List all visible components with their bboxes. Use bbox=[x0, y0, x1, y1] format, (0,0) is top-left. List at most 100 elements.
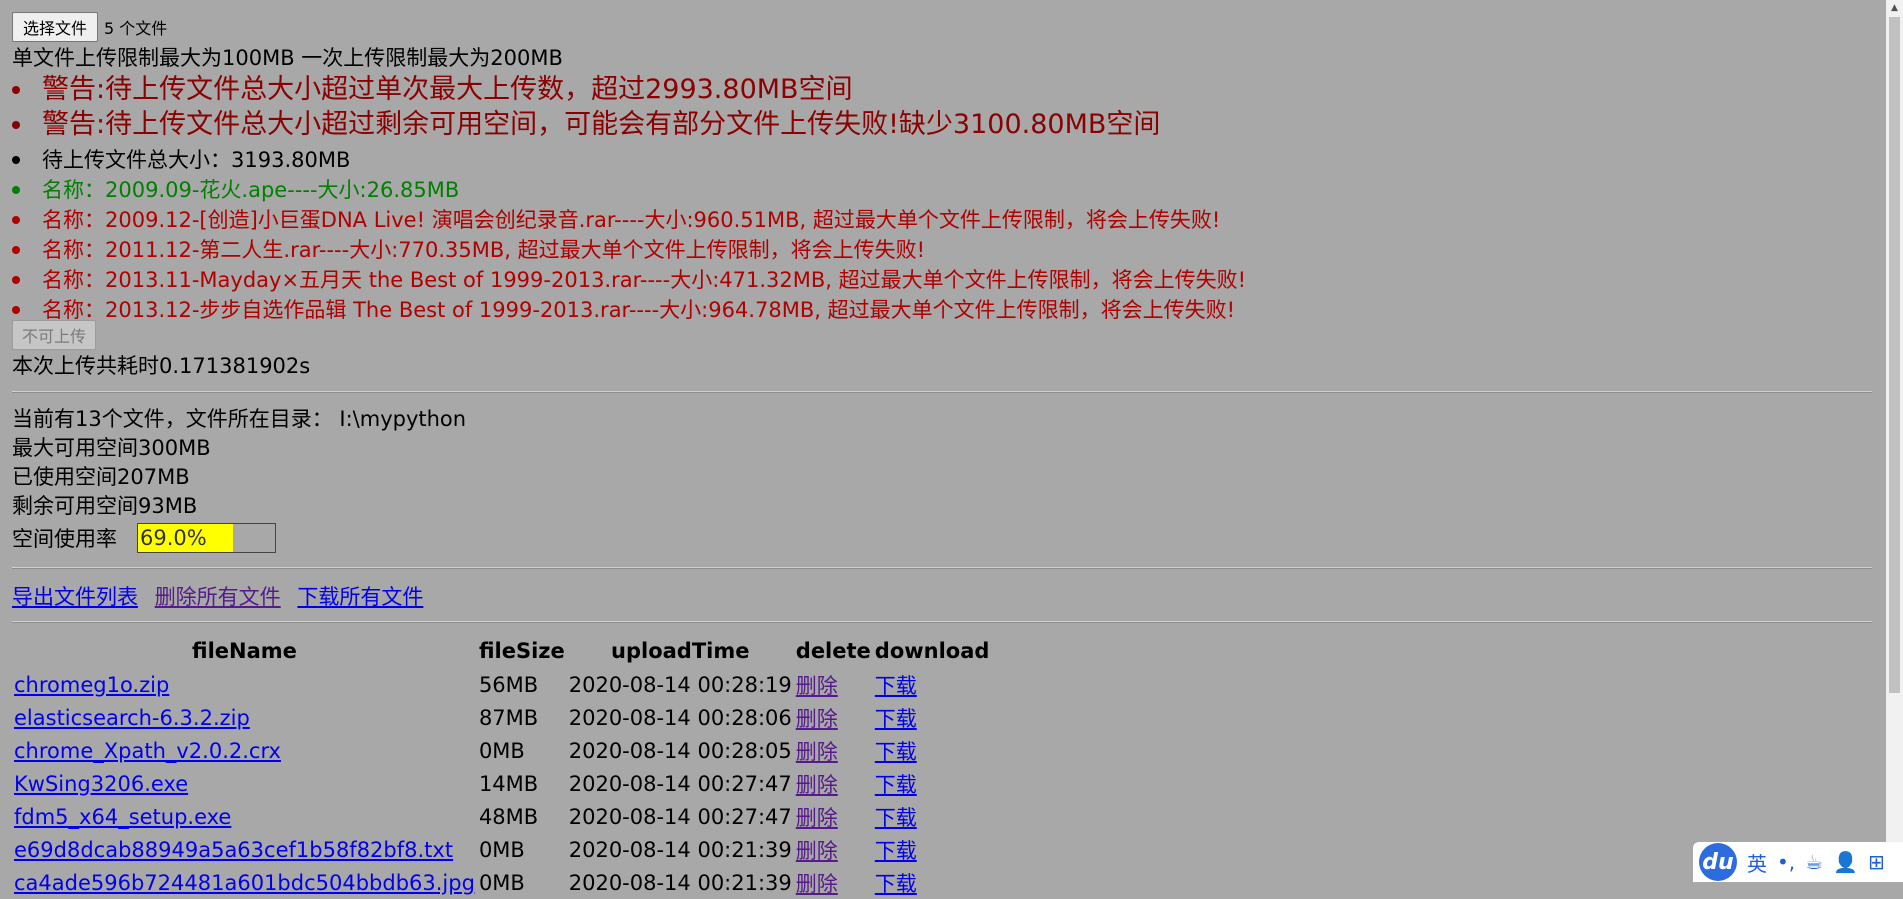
delete-file-link[interactable]: 删除 bbox=[796, 674, 838, 698]
space-usage-percent: 69.0% bbox=[140, 526, 207, 550]
file-name-link[interactable]: chrome_Xpath_v2.0.2.crx bbox=[14, 739, 281, 763]
download-cell: 下载 bbox=[873, 701, 992, 734]
delete-file-link[interactable]: 删除 bbox=[796, 872, 838, 896]
max-space-text: 最大可用空间300MB bbox=[12, 436, 211, 460]
bullet-icon bbox=[12, 276, 20, 284]
baidu-ime-logo-icon[interactable]: du bbox=[1699, 843, 1737, 881]
export-file-list-link[interactable]: 导出文件列表 bbox=[12, 585, 138, 609]
download-cell: 下载 bbox=[873, 734, 992, 767]
table-row: fdm5_x64_setup.exe 48MB 2020-08-14 00:27:4… bbox=[12, 800, 991, 833]
file-name-cell: KwSing3206.exe bbox=[12, 767, 477, 800]
scroll-up-arrow-icon[interactable]: ▲ bbox=[1886, 0, 1903, 17]
file-size-cell: 0MB bbox=[478, 870, 525, 895]
delete-cell: 删除 bbox=[794, 767, 873, 800]
table-header-row: fileName fileSize uploadTime delete down… bbox=[12, 634, 991, 668]
ime-user-icon[interactable]: 👤 bbox=[1833, 850, 1858, 874]
ime-cup-icon[interactable]: ☕ bbox=[1805, 850, 1823, 874]
free-space-text: 剩余可用空间93MB bbox=[12, 494, 198, 518]
table-row: KwSing3206.exe 14MB 2020-08-14 00:27:47 删除 下… bbox=[12, 767, 991, 800]
download-file-link[interactable]: 下载 bbox=[875, 806, 917, 830]
ime-toolbar: du 英 •, ☕ 👤 ⊞ bbox=[1693, 842, 1903, 882]
pending-file-text: 名称：2009.12-[创造]小巨蛋DNA Live! 演唱会创纪录音.rar-… bbox=[42, 208, 1221, 232]
download-file-link[interactable]: 下载 bbox=[875, 740, 917, 764]
delete-file-link[interactable]: 删除 bbox=[796, 839, 838, 863]
file-actions: 导出文件列表 删除所有文件 下载所有文件 bbox=[12, 581, 433, 611]
choose-file-button[interactable]: 选择文件 bbox=[12, 12, 99, 42]
table-row: elasticsearch-6.3.2.zip 87MB 2020-08-14 00… bbox=[12, 701, 991, 734]
file-size-cell: 48MB bbox=[478, 804, 539, 829]
ime-punctuation-icon[interactable]: •, bbox=[1777, 850, 1795, 874]
pending-file-item: 名称：2009.12-[创造]小巨蛋DNA Live! 演唱会创纪录音.rar-… bbox=[12, 205, 1246, 235]
space-usage-row: 空间使用率 69.0% bbox=[12, 523, 276, 553]
column-header-delete: delete bbox=[795, 639, 871, 663]
file-name-cell: fdm5_x64_setup.exe bbox=[12, 800, 477, 833]
delete-file-link[interactable]: 删除 bbox=[796, 806, 838, 830]
file-name-link[interactable]: ca4ade596b724481a601bdc504bbdb63.jpg bbox=[14, 871, 475, 895]
space-usage-bar: 69.0% bbox=[137, 523, 276, 553]
ime-grid-icon[interactable]: ⊞ bbox=[1868, 850, 1885, 874]
download-file-link[interactable]: 下载 bbox=[875, 674, 917, 698]
table-row: e69d8dcab88949a5a63cef1b58f82bf8.txt 0MB 2… bbox=[12, 833, 991, 866]
file-size-cell: 0MB bbox=[478, 738, 525, 763]
upload-time-cell: 2020-08-14 00:28:19 bbox=[568, 672, 792, 697]
page-scrollbar[interactable]: ▲ ▼ bbox=[1886, 0, 1903, 882]
download-cell: 下载 bbox=[873, 800, 992, 833]
upload-time-cell: 2020-08-14 00:21:39 bbox=[568, 837, 792, 862]
pending-file-text: 名称：2013.11-Mayday×五月天 the Best of 1999-2… bbox=[42, 268, 1247, 292]
file-size-cell: 56MB bbox=[478, 672, 539, 697]
download-file-link[interactable]: 下载 bbox=[875, 872, 917, 896]
bullet-icon bbox=[12, 85, 20, 94]
file-name-cell: ca4ade596b724481a601bdc504bbdb63.jpg bbox=[12, 866, 477, 899]
delete-file-link[interactable]: 删除 bbox=[796, 740, 838, 764]
download-cell: 下载 bbox=[873, 866, 992, 899]
file-name-link[interactable]: chromeg1o.zip bbox=[14, 673, 169, 697]
pending-file-text: 名称：2011.12-第二人生.rar----大小:770.35MB, 超过最大… bbox=[42, 238, 926, 262]
delete-file-link[interactable]: 删除 bbox=[796, 773, 838, 797]
download-file-link[interactable]: 下载 bbox=[875, 839, 917, 863]
space-usage-label: 空间使用率 bbox=[12, 527, 117, 551]
download-cell: 下载 bbox=[873, 767, 992, 800]
warning-text: 警告:待上传文件总大小超过剩余可用空间，可能会有部分文件上传失败!缺少3100.… bbox=[42, 109, 1161, 140]
file-name-link[interactable]: fdm5_x64_setup.exe bbox=[14, 805, 231, 829]
warning-text: 警告:待上传文件总大小超过单次最大上传数，超过2993.80MB空间 bbox=[42, 74, 853, 105]
file-name-link[interactable]: e69d8dcab88949a5a63cef1b58f82bf8.txt bbox=[14, 838, 453, 862]
file-picker-row: 选择文件 5 个文件 bbox=[12, 12, 167, 42]
delete-cell: 删除 bbox=[794, 866, 873, 899]
file-name-link[interactable]: KwSing3206.exe bbox=[14, 772, 188, 796]
pending-file-item: 名称：2009.09-花火.ape----大小:26.85MB bbox=[12, 175, 1246, 205]
total-size-text: 待上传文件总大小：3193.80MB bbox=[42, 148, 351, 172]
delete-cell: 删除 bbox=[794, 734, 873, 767]
ime-language-toggle[interactable]: 英 bbox=[1747, 848, 1767, 877]
file-size-cell: 14MB bbox=[478, 771, 539, 796]
download-all-files-link[interactable]: 下载所有文件 bbox=[297, 585, 423, 609]
bullet-icon bbox=[12, 156, 20, 164]
bullet-icon bbox=[12, 306, 20, 314]
column-header-uploadtime: uploadTime bbox=[611, 639, 750, 663]
download-file-link[interactable]: 下载 bbox=[875, 707, 917, 731]
column-header-filesize: fileSize bbox=[478, 639, 565, 663]
delete-file-link[interactable]: 删除 bbox=[796, 707, 838, 731]
upload-time-cell: 2020-08-14 00:21:39 bbox=[568, 870, 792, 895]
upload-button[interactable]: 不可上传 bbox=[12, 320, 97, 350]
divider bbox=[12, 567, 1872, 569]
column-header-filename: fileName bbox=[192, 639, 297, 663]
total-size-item: 待上传文件总大小：3193.80MB bbox=[12, 145, 1246, 175]
pending-file-text: 名称：2009.09-花火.ape----大小:26.85MB bbox=[42, 178, 460, 202]
table-row: ca4ade596b724481a601bdc504bbdb63.jpg 0MB 2… bbox=[12, 866, 991, 899]
download-file-link[interactable]: 下载 bbox=[875, 773, 917, 797]
upload-time-cell: 2020-08-14 00:27:47 bbox=[568, 771, 792, 796]
warning-list: 警告:待上传文件总大小超过单次最大上传数，超过2993.80MB空间 警告:待上… bbox=[12, 72, 1160, 142]
upload-elapsed-text: 本次上传共耗时0.171381902s bbox=[12, 354, 311, 378]
selected-file-count: 5 个文件 bbox=[104, 19, 168, 38]
delete-cell: 删除 bbox=[794, 833, 873, 866]
download-cell: 下载 bbox=[873, 668, 992, 701]
upload-time-cell: 2020-08-14 00:28:05 bbox=[568, 738, 792, 763]
bullet-icon bbox=[12, 216, 20, 224]
file-name-link[interactable]: elasticsearch-6.3.2.zip bbox=[14, 706, 250, 730]
file-name-cell: e69d8dcab88949a5a63cef1b58f82bf8.txt bbox=[12, 833, 477, 866]
warning-item: 警告:待上传文件总大小超过单次最大上传数，超过2993.80MB空间 bbox=[12, 72, 1160, 107]
file-name-cell: elasticsearch-6.3.2.zip bbox=[12, 701, 477, 734]
upload-time-cell: 2020-08-14 00:28:06 bbox=[568, 705, 792, 730]
delete-all-files-link[interactable]: 删除所有文件 bbox=[155, 585, 281, 609]
scrollbar-thumb[interactable] bbox=[1889, 17, 1900, 693]
